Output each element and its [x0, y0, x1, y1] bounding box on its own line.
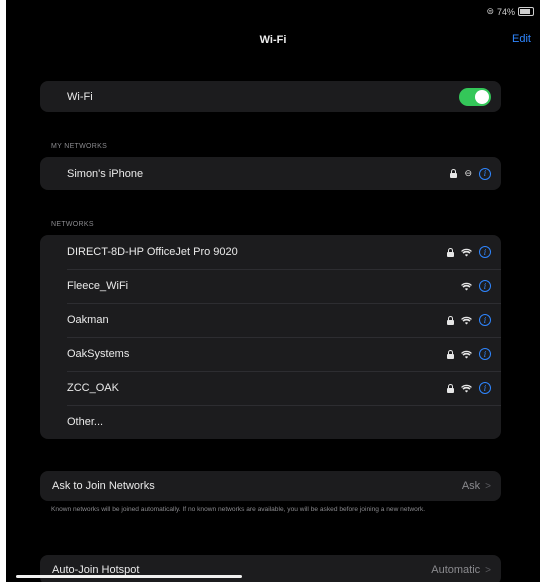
ask-to-join-footnote: Known networks will be joined automatica…	[51, 506, 426, 513]
ask-to-join-value-group: Ask >	[462, 480, 491, 492]
my-networks-group: Simon's iPhone ⊖ i	[40, 157, 501, 190]
wifi-signal-icon	[461, 350, 472, 359]
network-row[interactable]: DIRECT-8D-HP OfficeJet Pro 9020 i	[40, 235, 501, 269]
wifi-signal-icon	[461, 316, 472, 325]
battery-icon	[518, 7, 534, 16]
network-name: Oakman	[67, 314, 109, 326]
chevron-right-icon: >	[485, 564, 491, 576]
info-icon[interactable]: i	[479, 167, 491, 180]
network-row[interactable]: Fleece_WiFi i	[40, 269, 501, 303]
wifi-toggle-switch[interactable]	[459, 87, 491, 106]
my-networks-header: MY NETWORKS	[51, 143, 108, 150]
info-icon[interactable]: i	[479, 382, 491, 394]
other-network-row[interactable]: Other...	[40, 405, 501, 439]
ask-to-join-group: Ask to Join Networks Ask >	[40, 471, 501, 501]
network-name: OakSystems	[67, 348, 130, 360]
page-title: Wi-Fi	[259, 34, 287, 46]
network-row[interactable]: Oakman i	[40, 303, 501, 337]
battery-percent: 74%	[496, 6, 515, 17]
ask-to-join-row[interactable]: Ask to Join Networks Ask >	[40, 471, 501, 501]
network-row[interactable]: OakSystems i	[40, 337, 501, 371]
info-icon[interactable]: i	[479, 314, 491, 326]
wifi-signal-icon	[461, 248, 472, 257]
network-row[interactable]: ZCC_OAK i	[40, 371, 501, 405]
settings-screen: ⊜ 74% Wi-Fi Edit Wi-Fi MY NETWORKS Simon…	[6, 0, 540, 582]
info-icon[interactable]: i	[479, 246, 491, 258]
network-name: DIRECT-8D-HP OfficeJet Pro 9020	[67, 246, 238, 258]
lock-icon	[447, 383, 454, 393]
auto-join-value: Automatic	[431, 564, 481, 576]
wifi-toggle-label: Wi-Fi	[67, 90, 93, 103]
wifi-status-icon: ⊜	[486, 6, 494, 16]
network-row[interactable]: Simon's iPhone ⊖ i	[40, 157, 501, 190]
wifi-toggle-row[interactable]: Wi-Fi	[40, 81, 501, 112]
lock-icon	[447, 315, 454, 325]
hotspot-link-icon: ⊖	[464, 168, 472, 178]
lock-icon	[450, 169, 458, 178]
ask-to-join-label: Ask to Join Networks	[52, 480, 155, 492]
networks-header: NETWORKS	[51, 221, 94, 228]
wifi-signal-icon	[461, 282, 472, 291]
wifi-toggle-group: Wi-Fi	[40, 81, 501, 112]
home-indicator	[16, 575, 242, 578]
status-bar: ⊜ 74%	[486, 6, 534, 17]
chevron-right-icon: >	[485, 480, 491, 492]
network-name: Fleece_WiFi	[67, 280, 129, 292]
ask-to-join-value: Ask	[461, 480, 481, 492]
info-icon[interactable]: i	[479, 348, 491, 360]
network-name: ZCC_OAK	[67, 382, 119, 394]
toggle-knob	[475, 89, 489, 104]
network-name: Simon's iPhone	[67, 167, 144, 180]
lock-icon	[447, 349, 454, 359]
edit-button[interactable]: Edit	[512, 33, 531, 45]
auto-join-value-group: Automatic >	[431, 564, 491, 576]
networks-group: DIRECT-8D-HP OfficeJet Pro 9020 i Fleece…	[40, 235, 501, 439]
lock-icon	[447, 247, 454, 257]
wifi-signal-icon	[461, 384, 472, 393]
other-network-label: Other...	[67, 416, 104, 428]
info-icon[interactable]: i	[479, 280, 491, 292]
